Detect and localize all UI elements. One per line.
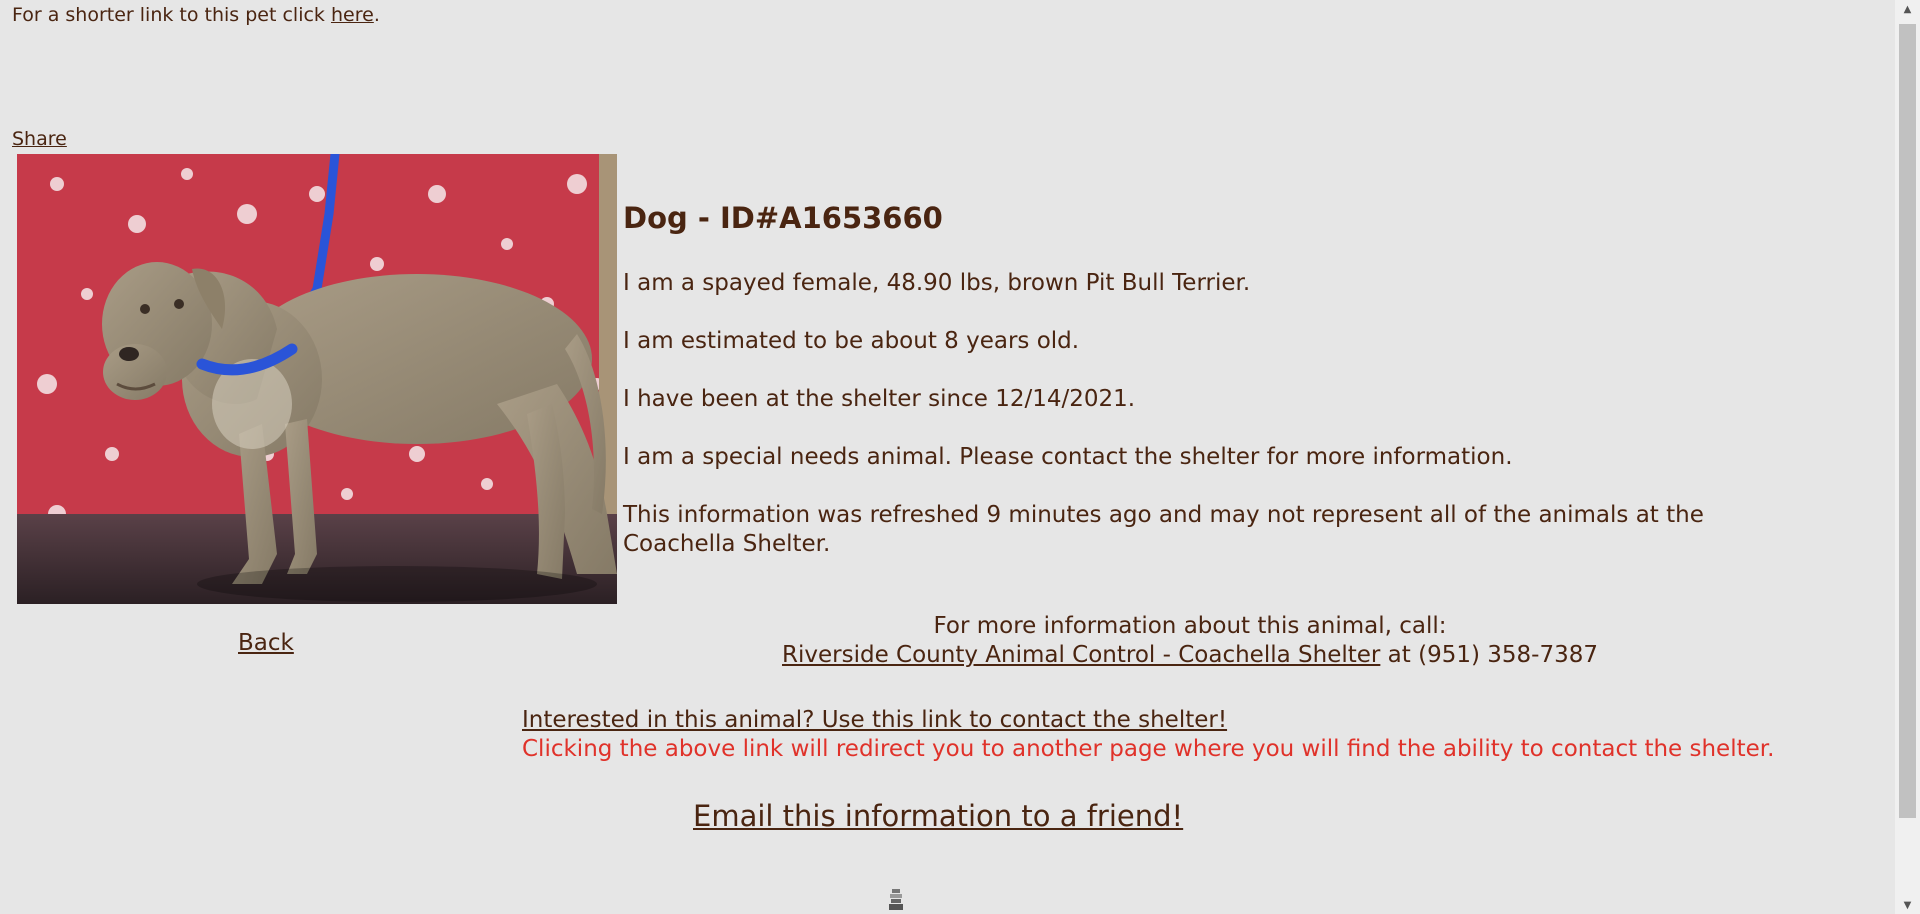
pet-photo	[17, 154, 617, 604]
scroll-up-arrow-icon[interactable]: ▲	[1895, 0, 1920, 18]
animal-description-special-needs: I am a special needs animal. Please cont…	[623, 444, 1513, 470]
animal-description-sex-weight-breed: I am a spayed female, 48.90 lbs, brown P…	[623, 270, 1251, 296]
shelter-phone: at (951) 358-7387	[1380, 642, 1598, 668]
animal-description-intake-date: I have been at the shelter since 12/14/2…	[623, 386, 1136, 412]
loading-spinner-icon	[886, 887, 906, 914]
call-prefix: For more information about this animal, …	[933, 613, 1447, 639]
animal-title: Dog - ID#A1653660	[623, 201, 943, 235]
shelter-phone-line: Riverside County Animal Control - Coache…	[600, 641, 1780, 670]
redirect-note: Clicking the above link will redirect yo…	[522, 736, 1775, 762]
vertical-scrollbar[interactable]: ▲ ▼	[1895, 0, 1920, 914]
back-link[interactable]: Back	[238, 628, 294, 658]
share-link[interactable]: Share	[12, 126, 67, 152]
short-link-here[interactable]: here	[331, 4, 374, 26]
animal-description-refresh-note: This information was refreshed 9 minutes…	[623, 502, 1704, 557]
interest-contact-link[interactable]: Interested in this animal? Use this link…	[522, 707, 1227, 733]
shelter-link[interactable]: Riverside County Animal Control - Coache…	[782, 642, 1380, 668]
contact-call-info: For more information about this animal, …	[600, 612, 1780, 670]
interest-contact-block: Interested in this animal? Use this link…	[522, 706, 1774, 764]
scroll-down-arrow-icon[interactable]: ▼	[1895, 896, 1920, 914]
animal-description-age: I am estimated to be about 8 years old.	[623, 328, 1080, 354]
email-friend-link[interactable]: Email this information to a friend!	[693, 798, 1183, 834]
scrollbar-thumb[interactable]	[1899, 24, 1916, 818]
short-link-suffix: .	[373, 4, 380, 26]
short-link-prefix: For a shorter link to this pet click	[12, 4, 331, 26]
short-link-line: For a shorter link to this pet click her…	[12, 2, 380, 28]
